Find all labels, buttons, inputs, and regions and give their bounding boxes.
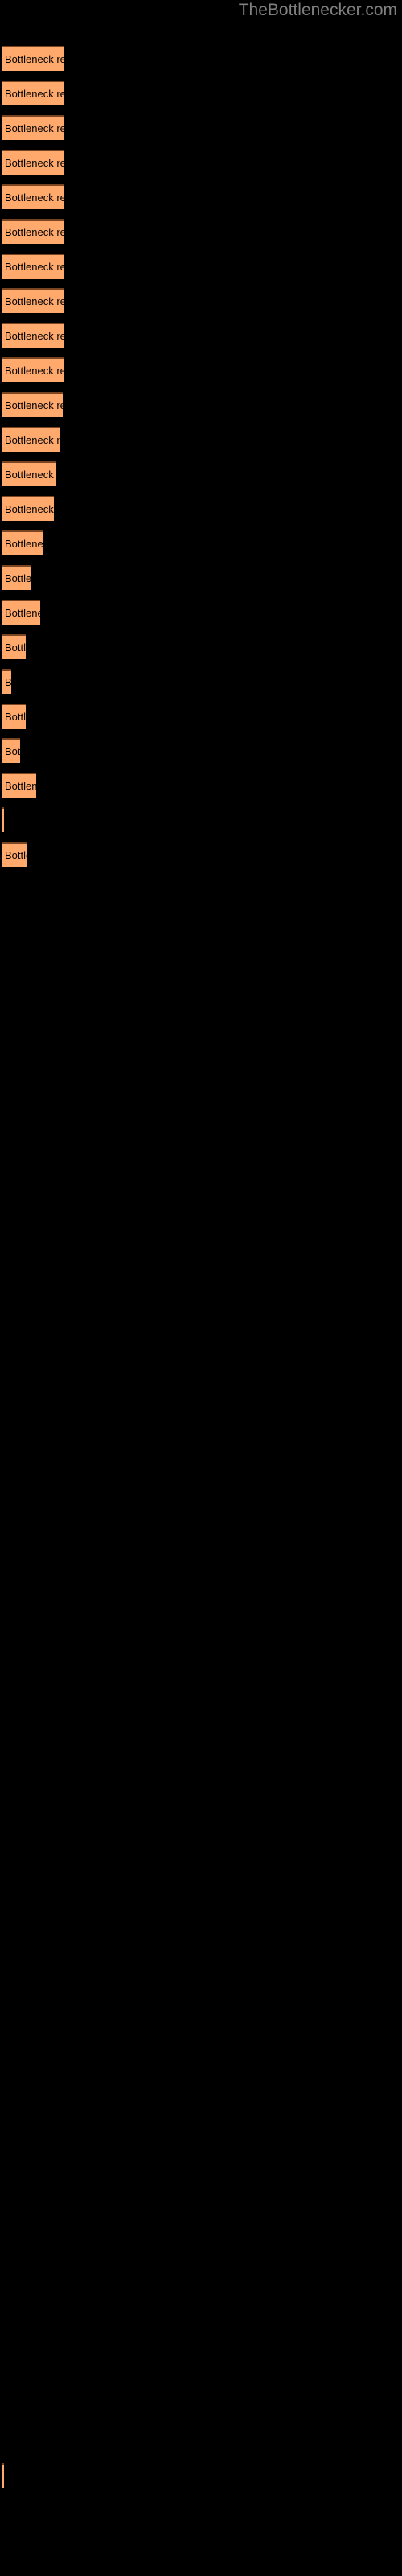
bar[interactable]: Bottleneck result	[2, 773, 36, 798]
bar[interactable]: Bottleneck result	[2, 842, 27, 867]
bar[interactable]: Bottleneck result	[2, 115, 64, 140]
bar-label: Bottleneck result	[5, 434, 60, 446]
bar-label: Bottleneck result	[5, 711, 26, 723]
bar-label: Bottleneck result	[5, 330, 64, 342]
bar[interactable]: Bottleneck result	[2, 496, 54, 521]
bar-label: Bottleneck result	[5, 642, 26, 654]
bar[interactable]: Bottleneck result	[2, 461, 56, 486]
bar[interactable]: Bottleneck result	[2, 600, 40, 625]
bar-label: Bottleneck result	[5, 261, 64, 273]
bar[interactable]: Bottleneck result	[2, 669, 11, 694]
bar[interactable]: Bottleneck result	[2, 392, 63, 417]
bar[interactable]: Bottleneck result	[2, 634, 26, 659]
bar-label: Bottleneck result	[5, 607, 40, 619]
bar[interactable]: Bottleneck result	[2, 704, 26, 729]
bar[interactable]: Bottleneck result	[2, 184, 64, 209]
bar-label: Bottleneck result	[5, 365, 64, 377]
bar[interactable]: Bottleneck result	[2, 80, 64, 105]
bar[interactable]: Bottleneck result	[2, 288, 64, 313]
bar-label: Bottleneck result	[5, 745, 20, 758]
bar[interactable]: Bottleneck result	[2, 427, 60, 452]
bar-label: Bottleneck result	[5, 538, 43, 550]
bar[interactable]: Bottleneck result	[2, 565, 31, 590]
bar-label: Bottleneck result	[5, 226, 64, 238]
bar-label: Bottleneck result	[5, 53, 64, 65]
bar[interactable]: Bottleneck result	[2, 2463, 4, 2488]
bar[interactable]: Bottleneck result	[2, 807, 4, 832]
bottleneck-bar-chart: Bottleneck result Bottleneck result Bottle…	[0, 0, 402, 2576]
bar-label: Bottleneck result	[5, 503, 54, 515]
bar-label: Bottleneck result	[5, 157, 64, 169]
bar-label: Bottleneck result	[5, 88, 64, 100]
bar-label: Bottleneck result	[5, 676, 11, 688]
bar-label: Bottleneck result	[5, 572, 31, 584]
bar-label: Bottleneck result	[5, 469, 56, 481]
bar-label: Bottleneck result	[5, 295, 64, 308]
bar[interactable]: Bottleneck result	[2, 46, 64, 71]
bar-label: Bottleneck result	[5, 849, 27, 861]
bar[interactable]: Bottleneck result	[2, 150, 64, 175]
bar-label: Bottleneck result	[5, 192, 64, 204]
bar-label: Bottleneck result	[5, 780, 36, 792]
bar[interactable]: Bottleneck result	[2, 357, 64, 382]
bar-label: Bottleneck result	[5, 399, 63, 411]
bar-label: Bottleneck result	[5, 122, 64, 134]
bar[interactable]: Bottleneck result	[2, 738, 20, 763]
bar[interactable]: Bottleneck result	[2, 219, 64, 244]
bar[interactable]: Bottleneck result	[2, 530, 43, 555]
bar[interactable]: Bottleneck result	[2, 254, 64, 279]
bar[interactable]: Bottleneck result	[2, 323, 64, 348]
